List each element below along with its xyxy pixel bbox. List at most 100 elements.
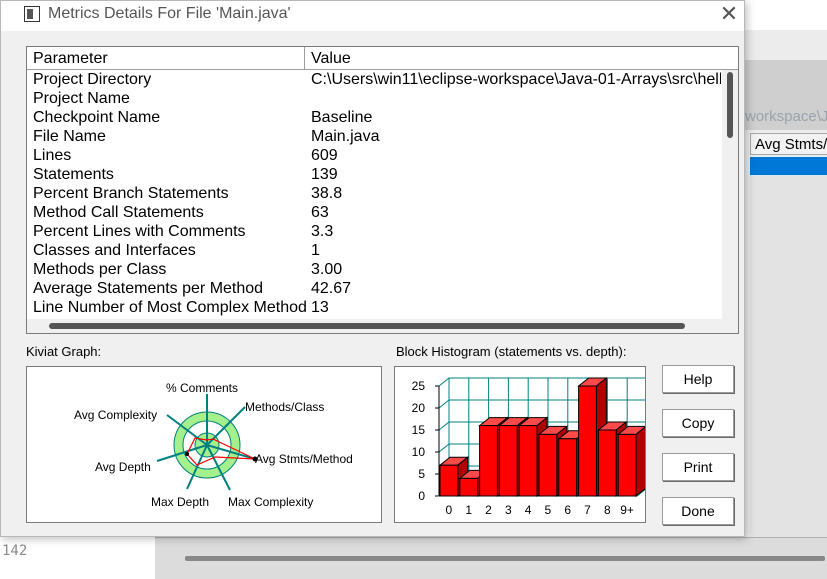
table-row[interactable]: Methods per Class 3.00 [27, 260, 721, 279]
cell-value: 3.00 [311, 261, 343, 278]
histogram-bar [518, 425, 538, 497]
histogram-x-tick-label: 3 [505, 503, 512, 517]
histogram-x-tick-label: 1 [465, 503, 472, 517]
cell-parameter: Statements [33, 166, 114, 183]
copy-button[interactable]: Copy [662, 409, 734, 437]
cell-parameter: Lines [33, 147, 72, 164]
table-row[interactable]: Method Call Statements 63 [27, 203, 721, 222]
histogram-x-tick-label: 9+ [620, 503, 634, 517]
vertical-scrollbar[interactable] [722, 70, 738, 320]
histogram-y-tick-label: 10 [412, 445, 426, 459]
background-selected-row[interactable] [750, 157, 827, 175]
table-row[interactable]: Project Directory C:\Users\win11\eclipse-… [27, 70, 721, 89]
histogram-gridline [438, 443, 450, 453]
histogram-y-tick-label: 15 [412, 423, 426, 437]
close-icon[interactable]: ✕ [716, 1, 742, 27]
table-row[interactable]: Checkpoint Name Baseline [27, 108, 721, 127]
window-title: Metrics Details For File 'Main.java' [48, 5, 291, 22]
kiviat-point [185, 452, 189, 456]
help-button[interactable]: Help [662, 365, 734, 393]
title-bar[interactable]: Metrics Details For File 'Main.java' ✕ [1, 1, 744, 31]
histogram-x-tick-label: 5 [545, 503, 552, 517]
cell-parameter: Average Statements per Method [33, 280, 264, 297]
done-button[interactable]: Done [662, 497, 734, 525]
cell-parameter: Method Call Statements [33, 204, 204, 221]
histogram-bar [597, 429, 617, 497]
histogram-y-tick-label: 0 [418, 489, 425, 503]
histogram-gridline [438, 377, 450, 387]
cell-parameter: Classes and Interfaces [33, 242, 196, 259]
background-panel: workspace\J Avg Stmts/ [745, 30, 827, 578]
metrics-table: Parameter Value Project Directory C:\User… [26, 46, 739, 334]
kiviat-label-methods-class: Methods/Class [245, 400, 325, 414]
histogram-bar [479, 425, 498, 497]
cell-value: 1 [311, 242, 320, 259]
histogram-y-tick-label: 20 [412, 401, 426, 415]
cell-value: 42.67 [311, 280, 352, 297]
column-header-parameter[interactable]: Parameter [27, 47, 305, 69]
cell-parameter: Checkpoint Name [33, 109, 161, 126]
background-horizontal-scrollbar[interactable] [185, 556, 825, 561]
cell-value: C:\Users\win11\eclipse-workspace\Java-01… [311, 71, 721, 88]
cell-parameter: Project Name [33, 90, 130, 107]
histogram-bar [617, 433, 637, 497]
table-header: Parameter Value [27, 47, 738, 70]
column-header-value[interactable]: Value [305, 47, 725, 69]
background-column-header[interactable]: Avg Stmts/ [750, 133, 827, 155]
cell-value: Main.java [311, 128, 380, 145]
histogram-gridline [438, 421, 450, 431]
cell-parameter: Percent Branch Statements [33, 185, 229, 202]
histogram-x-tick-label: 8 [604, 503, 611, 517]
histogram-x-tick-label: 0 [446, 503, 453, 517]
table-row[interactable]: Classes and Interfaces 1 [27, 241, 721, 260]
kiviat-label-comments: % Comments [166, 381, 239, 395]
histogram-bar [498, 425, 518, 497]
histogram-y-tick-label: 25 [412, 379, 426, 393]
block-histogram: 0 5 10 15 20 25 0 1 2 3 4 5 6 7 8 9+ [394, 366, 646, 523]
table-row[interactable]: Percent Lines with Comments 3.3 [27, 222, 721, 241]
metrics-details-dialog: Metrics Details For File 'Main.java' ✕ P… [0, 0, 745, 537]
table-row[interactable]: Line Number of Most Complex Method 13 [27, 298, 721, 317]
cell-parameter: Line Number of Most Complex Method [33, 299, 307, 316]
kiviat-graph-label: Kiviat Graph: [26, 344, 102, 359]
cell-value: 38.8 [311, 185, 343, 202]
kiviat-label-avg-stmts: Avg Stmts/Method [255, 452, 353, 466]
cell-parameter: Methods per Class [33, 261, 167, 278]
histogram-bar-side [635, 426, 645, 498]
histogram-x-tick-label: 6 [564, 503, 571, 517]
table-row[interactable]: Lines 609 [27, 146, 721, 165]
background-workspace-text: workspace\J [745, 108, 827, 125]
horizontal-scrollbar-thumb[interactable] [49, 323, 685, 329]
table-row[interactable]: Average Statements per Method 42.67 [27, 279, 721, 298]
cell-value: Baseline [311, 109, 373, 126]
table-row[interactable]: Project Name [27, 89, 721, 108]
histogram-gridline [438, 399, 450, 409]
horizontal-scrollbar[interactable] [27, 319, 738, 333]
histogram-bar [538, 433, 558, 497]
kiviat-graph: % Comments Methods/Class Avg Stmts/Metho… [26, 366, 382, 523]
histogram-bar [578, 385, 597, 497]
background-bottom-panel [155, 537, 827, 579]
print-button[interactable]: Print [662, 453, 734, 481]
kiviat-label-avg-depth: Avg Depth [95, 460, 151, 474]
table-body: Project Directory C:\Users\win11\eclipse-… [27, 70, 721, 317]
block-histogram-label: Block Histogram (statements vs. depth): [396, 344, 627, 359]
window-app-icon [24, 6, 40, 22]
cell-value: 13 [311, 299, 329, 316]
kiviat-label-max-complexity: Max Complexity [228, 495, 314, 509]
background-list-body [750, 175, 827, 575]
table-row[interactable]: File Name Main.java [27, 127, 721, 146]
histogram-svg: 05101520250 1 2 3 4 5 6 7 8 9+ [412, 376, 645, 517]
histogram-bar [558, 438, 578, 497]
vertical-scrollbar-thumb[interactable] [727, 72, 733, 138]
histogram-x-tick-label: 2 [485, 503, 492, 517]
cell-parameter: Project Directory [33, 71, 152, 88]
table-row[interactable]: Percent Branch Statements 38.8 [27, 184, 721, 203]
cell-parameter: File Name [33, 128, 106, 145]
kiviat-label-max-depth: Max Depth [151, 495, 210, 509]
table-row[interactable]: Statements 139 [27, 165, 721, 184]
histogram-x-tick-label: 4 [525, 503, 532, 517]
cell-value: 609 [311, 147, 338, 164]
cell-value: 63 [311, 204, 329, 221]
histogram-bar [439, 464, 459, 497]
